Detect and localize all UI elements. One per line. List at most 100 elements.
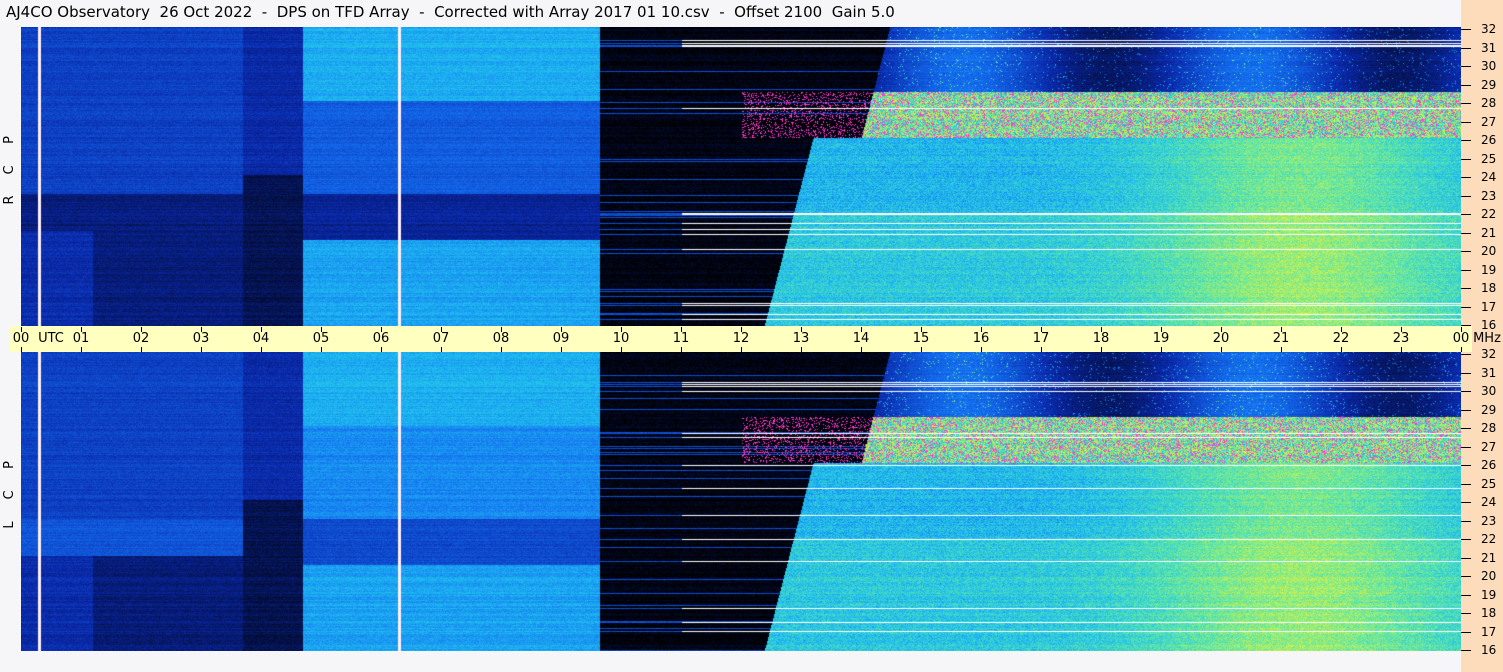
freq-tick-label: 21 [1481,550,1497,565]
hour-tick-label: 07 [432,331,450,346]
hour-tick [561,327,562,332]
freq-tick [1461,121,1471,123]
hour-tick-label: 18 [1092,331,1110,346]
freq-tick-label: 18 [1481,606,1497,620]
freq-tick-label: 21 [1481,225,1497,240]
freq-tick-label: 16 [1481,318,1497,332]
freq-tick [1461,391,1471,392]
freq-tick-label: 19 [1481,262,1497,277]
hour-tick [561,347,562,352]
hour-tick [1161,347,1162,352]
hour-tick [681,347,682,352]
hour-tick [1461,347,1462,352]
freq-tick-label: 27 [1481,114,1497,129]
hour-tick-label: 11 [672,331,690,346]
rcp-spectrogram [21,27,1461,326]
hour-tick [1341,347,1342,352]
freq-tick [1461,631,1471,633]
freq-tick [1461,483,1471,485]
hour-tick [261,347,262,352]
freq-tick-label: 29 [1481,77,1497,92]
hour-tick [621,327,622,332]
freq-tick-label: 32 [1481,347,1497,361]
freq-tick-label: 30 [1481,384,1497,398]
hour-tick [501,347,502,352]
hour-tick [321,347,322,352]
freq-tick-label: 22 [1481,207,1497,221]
freq-tick [1461,47,1471,49]
hour-tick [921,347,922,352]
freq-tick-label: 22 [1481,532,1497,546]
freq-tick [1461,539,1471,540]
hour-tick [381,347,382,352]
hour-tick [201,347,202,352]
hour-tick-label: 09 [552,331,570,346]
label-letter: C [2,165,17,175]
hour-tick [1281,327,1282,332]
freq-tick [1461,409,1471,411]
hour-tick [81,327,82,332]
label-letter: P [2,136,17,144]
freq-tick-label: 17 [1481,624,1497,639]
hour-tick-label: 00 [1452,331,1470,346]
freq-tick-label: 24 [1481,170,1497,184]
label-letter: C [2,490,17,500]
freq-tick-label: 16 [1481,643,1497,657]
freq-tick-label: 23 [1481,188,1497,203]
lcp-spectrogram [21,352,1461,651]
label-letter: P [2,461,17,469]
hour-tick [1041,327,1042,332]
freq-tick [1461,520,1471,522]
hour-tick [1281,347,1282,352]
freq-tick-label: 29 [1481,402,1497,417]
freq-tick [1461,446,1471,448]
hour-tick [1401,347,1402,352]
hour-tick [321,327,322,332]
hour-tick [1101,347,1102,352]
freq-tick [1461,594,1471,596]
hour-tick-label: 17 [1032,331,1050,346]
freq-tick-label: 26 [1481,458,1497,472]
freq-tick-label: 20 [1481,244,1497,258]
hour-tick [381,327,382,332]
freq-tick [1461,650,1471,651]
freq-tick [1461,502,1471,503]
hour-tick [801,347,802,352]
freq-tick [1461,195,1471,197]
freq-tick [1461,251,1471,252]
freq-tick [1461,66,1471,67]
freq-tick-label: 18 [1481,281,1497,295]
hour-tick [1101,327,1102,332]
freq-tick-label: 25 [1481,476,1497,491]
freq-tick-label: 32 [1481,22,1497,36]
freq-tick [1461,140,1471,141]
hour-tick [1341,327,1342,332]
hour-tick-label: 22 [1332,331,1350,346]
hour-tick [21,347,22,352]
hour-tick [1461,327,1462,332]
freq-tick-label: 17 [1481,299,1497,314]
hour-tick-label: 05 [312,331,330,346]
hour-tick [441,347,442,352]
chart-title: AJ4CO Observatory 26 Oct 2022 - DPS on T… [6,3,895,21]
hour-tick [621,347,622,352]
hour-tick [21,327,22,332]
label-letter: R [2,195,17,205]
freq-tick-label: 20 [1481,569,1497,583]
freq-tick-label: 31 [1481,365,1497,380]
hour-tick [981,327,982,332]
freq-tick-label: 23 [1481,513,1497,528]
rcp-label: P C R [2,125,17,215]
freq-tick [1461,288,1471,289]
freq-tick [1461,232,1471,234]
freq-tick [1461,269,1471,271]
hour-tick [801,327,802,332]
hour-tick [141,347,142,352]
freq-tick-label: 26 [1481,133,1497,147]
freq-tick [1461,103,1471,104]
freq-tick-label: 24 [1481,495,1497,509]
lcp-label: P C L [2,450,17,540]
freq-tick-label: 25 [1481,151,1497,166]
hour-tick-label: 01 [72,331,90,346]
freq-tick [1461,84,1471,86]
